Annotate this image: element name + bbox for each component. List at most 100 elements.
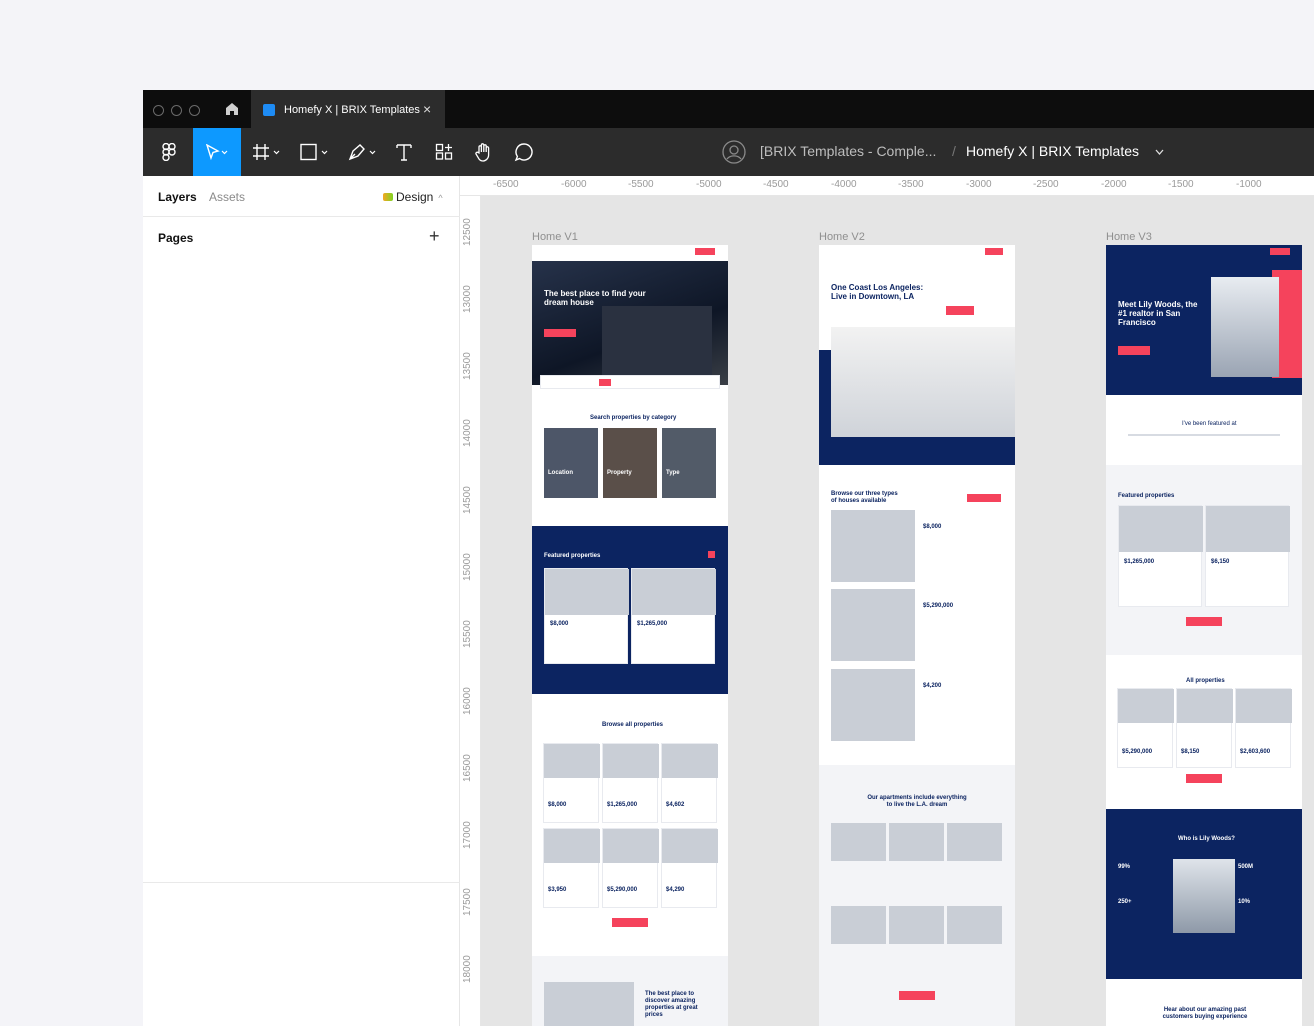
resources-button[interactable] xyxy=(431,128,457,176)
v2-listing-price: $4,200 xyxy=(923,683,942,689)
toolbar: [BRIX Templates - Comple... / Homefy X |… xyxy=(143,128,1314,176)
chevron-down-icon[interactable] xyxy=(1155,149,1164,156)
v1-property-price: $4,602 xyxy=(666,802,685,808)
canvas[interactable]: -6500 -6000 -5500 -5000 -4500 -4000 -350… xyxy=(460,176,1314,1026)
v2-navbar xyxy=(819,245,1015,261)
v1-category-label: Property xyxy=(607,470,632,476)
breadcrumb-file[interactable]: Homefy X | BRIX Templates xyxy=(966,143,1139,159)
ruler-tick: -2000 xyxy=(1101,179,1127,190)
frame-home-v3[interactable]: Meet Lily Woods, the #1 realtor in San F… xyxy=(1106,245,1302,1026)
v1-navbar xyxy=(532,245,728,261)
home-icon[interactable] xyxy=(223,100,241,118)
v2-amenity-image xyxy=(831,906,886,944)
ruler-tick: 14500 xyxy=(462,486,473,514)
v3-featured-price: $1,265,000 xyxy=(1124,559,1155,565)
v1-property-price: $3,950 xyxy=(548,887,567,893)
v3-nav-button xyxy=(1270,248,1290,255)
v3-featured-in: I've been featured at xyxy=(1182,421,1237,427)
v3-property-image xyxy=(1118,689,1174,723)
v3-about-title: Who is Lily Woods? xyxy=(1178,836,1235,842)
v2-listing-price: $8,000 xyxy=(923,524,942,530)
v1-browse-button xyxy=(612,918,648,927)
window-maximize-dot[interactable] xyxy=(189,105,200,116)
v2-amenity-button xyxy=(899,991,935,1000)
frame-label-home-v2[interactable]: Home V2 xyxy=(819,231,865,243)
v1-bottom-section: The best place to discover amazing prope… xyxy=(532,956,728,1026)
v1-property-card: $1,265,000 xyxy=(602,743,659,823)
v2-nav-button xyxy=(985,248,1003,255)
v1-category-card: Location xyxy=(544,428,598,498)
v2-hero-house-image xyxy=(831,327,1015,437)
frame-home-v2[interactable]: One Coast Los Angeles: Live in Downtown,… xyxy=(819,245,1015,1026)
frame-home-v1[interactable]: The best place to find your dream house … xyxy=(532,245,728,1026)
ruler-tick: 12500 xyxy=(462,218,473,246)
v2-amenity-image xyxy=(831,823,886,861)
ruler-tick: 15500 xyxy=(462,620,473,648)
design-system-icon xyxy=(383,193,393,201)
v1-search-bar xyxy=(540,375,720,389)
file-tab[interactable]: Homefy X | BRIX Templates × xyxy=(251,90,445,128)
v3-property-card: $2,603,600 xyxy=(1235,688,1292,768)
add-page-button[interactable]: + xyxy=(429,226,440,247)
v2-listing-image xyxy=(831,510,915,582)
rectangle-icon xyxy=(300,143,328,161)
v1-featured-card: $1,265,000 xyxy=(631,568,716,664)
tab-bar: Homefy X | BRIX Templates × xyxy=(143,90,1314,128)
comment-tool-button[interactable] xyxy=(511,128,537,176)
design-dropdown[interactable]: Design ^ xyxy=(383,190,443,204)
frame-label-home-v3[interactable]: Home V3 xyxy=(1106,231,1152,243)
ruler-tick: 13000 xyxy=(462,285,473,313)
v3-property-price: $2,603,600 xyxy=(1240,749,1271,755)
hand-tool-button[interactable] xyxy=(471,128,497,176)
v1-hero-house-image xyxy=(602,306,712,376)
breadcrumb-team[interactable]: [BRIX Templates - Comple... xyxy=(760,143,936,159)
move-tool-button[interactable] xyxy=(193,128,241,176)
v3-featured-image xyxy=(1119,506,1203,552)
v3-property-card: $5,290,000 xyxy=(1117,688,1174,768)
chevron-up-icon: ^ xyxy=(438,193,443,203)
v2-amenity-image xyxy=(947,823,1002,861)
v1-featured-image xyxy=(545,569,629,615)
main-menu-button[interactable] xyxy=(151,128,187,176)
ruler-tick: -2500 xyxy=(1033,179,1059,190)
design-label: Design xyxy=(396,190,434,204)
tab-assets[interactable]: Assets xyxy=(209,190,245,204)
v1-property-price: $4,290 xyxy=(666,887,685,893)
team-avatar[interactable] xyxy=(721,128,747,176)
v1-property-image xyxy=(603,829,659,863)
v1-property-price: $5,290,000 xyxy=(607,887,638,893)
ruler-tick: 15000 xyxy=(462,553,473,581)
frame-tool-button[interactable] xyxy=(247,128,287,176)
pen-icon xyxy=(348,144,376,161)
close-tab-icon[interactable]: × xyxy=(423,101,431,117)
v2-listing-image xyxy=(831,589,915,661)
v1-category-card: Property xyxy=(603,428,657,498)
text-tool-button[interactable] xyxy=(391,128,417,176)
tab-layers[interactable]: Layers xyxy=(158,190,197,204)
hand-icon xyxy=(475,143,490,162)
v1-featured-image xyxy=(632,569,716,615)
v3-featured-section: Featured properties $1,265,000 $6,150 xyxy=(1106,465,1302,655)
v1-property-image xyxy=(544,744,600,778)
pen-tool-button[interactable] xyxy=(343,128,383,176)
v1-category-label: Type xyxy=(666,470,680,476)
cursor-icon xyxy=(205,144,228,160)
v3-featured-button xyxy=(1186,617,1222,626)
v3-family-photo xyxy=(1173,859,1235,933)
ruler-tick: -1500 xyxy=(1168,179,1194,190)
v1-featured-title: Featured properties xyxy=(544,553,601,559)
frame-icon xyxy=(253,144,280,160)
v2-listing-image xyxy=(831,669,915,741)
vertical-ruler: 12500 13000 13500 14000 14500 15000 1550… xyxy=(460,196,481,1026)
v1-featured-card: $8,000 xyxy=(544,568,629,664)
v1-nav-button xyxy=(695,248,715,255)
window-minimize-dot[interactable] xyxy=(171,105,182,116)
window-close-dot[interactable] xyxy=(153,105,164,116)
v1-property-card: $8,000 xyxy=(543,743,600,823)
shape-tool-button[interactable] xyxy=(295,128,335,176)
pages-heading: Pages xyxy=(158,231,194,245)
v1-browse-title: Browse all properties xyxy=(602,722,664,728)
v3-logo-row xyxy=(1128,434,1280,436)
frame-label-home-v1[interactable]: Home V1 xyxy=(532,231,578,243)
v2-amenity-image xyxy=(889,906,944,944)
